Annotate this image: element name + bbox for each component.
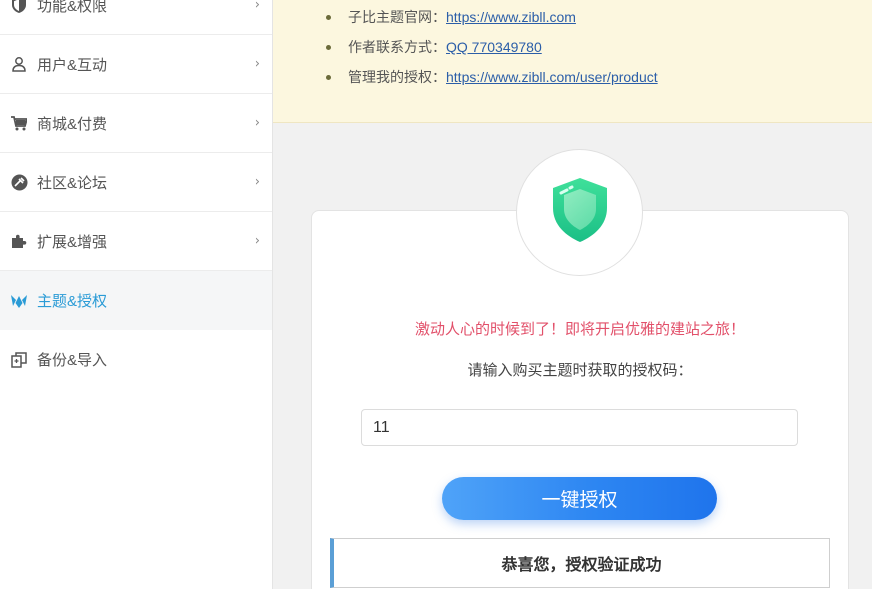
sidebar-item-forum[interactable]: 社区&论坛 › [0,153,272,212]
sidebar-item-label: 社区&论坛 [37,174,108,192]
info-item-contact: 作者联系方式：QQ 770349780 [326,37,658,67]
chevron-right-icon: › [254,56,260,72]
backup-icon [10,351,28,369]
sidebar-item-label: 备份&导入 [37,352,108,369]
info-label: 作者联系方式： [348,39,446,55]
sidebar-item-shop[interactable]: 商城&付费 › [0,94,272,153]
info-list: 子比主题官网：https://www.zibll.com 作者联系方式：QQ 7… [326,7,658,97]
puzzle-icon [10,232,28,250]
theme-logo-icon [10,292,28,310]
settings-sidebar: 功能&权限 › 用户&互动 › 商城&付费 › 社区&论坛 › 扩展&增强 › [0,0,273,589]
sidebar-item-label: 商城&付费 [37,115,108,133]
sidebar-item-theme-license[interactable]: 主题&授权 [0,271,272,330]
sidebar-item-label: 主题&授权 [37,293,108,310]
sidebar-item-backup[interactable]: 备份&导入 [0,330,272,389]
user-icon [10,55,28,73]
sidebar-item-label: 功能&权限 [37,0,108,15]
sidebar-item-label: 扩展&增强 [37,233,108,251]
sidebar-item-features[interactable]: 功能&权限 › [0,0,272,35]
info-item-license: 管理我的授权：https://www.zibll.com/user/produc… [326,67,658,97]
theme-info-notice: 子比主题官网：https://www.zibll.com 作者联系方式：QQ 7… [273,0,872,123]
license-prompt: 请输入购买主题时获取的授权码： [467,362,693,379]
license-tagline: 激动人心的时候到了！即将开启优雅的建站之旅！ [414,321,745,338]
chevron-right-icon: › [254,0,260,13]
info-label: 子比主题官网： [348,9,446,25]
website-link[interactable]: https://www.zibll.com [446,9,576,25]
sidebar-item-users[interactable]: 用户&互动 › [0,35,272,94]
chevron-right-icon: › [254,174,260,190]
info-label: 管理我的授权： [348,69,446,85]
chevron-right-icon: › [254,115,260,131]
chevron-right-icon: › [254,233,260,249]
shield-badge [516,149,643,276]
shield-check-icon [551,177,609,248]
sidebar-item-extensions[interactable]: 扩展&增强 › [0,212,272,271]
shield-half-icon [10,0,28,14]
one-click-activate-button[interactable]: 一键授权 [442,477,717,520]
manage-license-link[interactable]: https://www.zibll.com/user/product [446,69,658,85]
qq-contact-link[interactable]: QQ 770349780 [446,39,542,55]
cart-icon [10,114,28,132]
activation-success-message: 恭喜您，授权验证成功 [330,538,830,588]
license-code-input[interactable] [361,409,798,446]
sidebar-item-label: 用户&互动 [37,56,108,74]
forum-icon [10,173,28,191]
info-item-website: 子比主题官网：https://www.zibll.com [326,7,658,37]
